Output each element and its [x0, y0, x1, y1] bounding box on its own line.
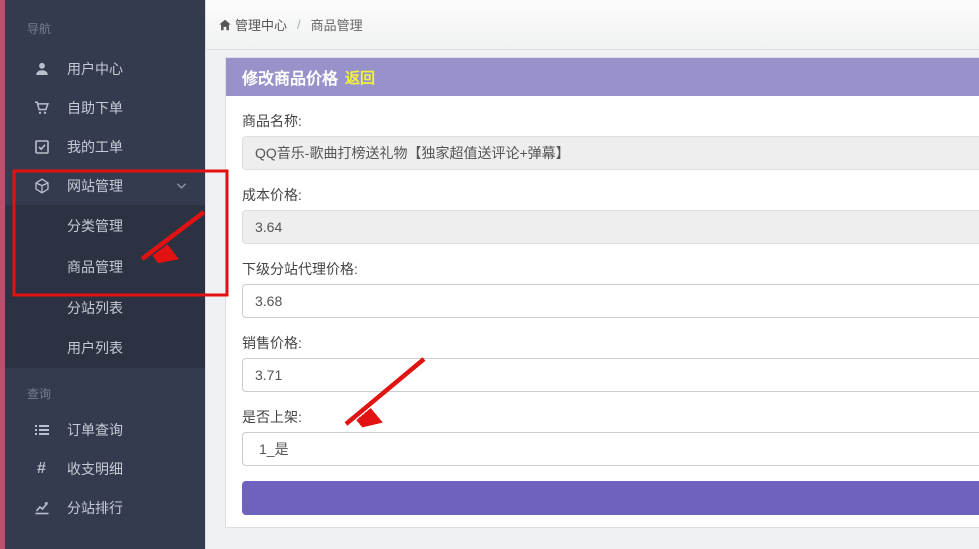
sidebar-item-substation-list[interactable]: 分站列表: [5, 287, 205, 328]
sidebar-item-income-details[interactable]: # 收支明细: [5, 449, 205, 488]
breadcrumb-separator: /: [297, 17, 301, 32]
check-square-icon: [33, 138, 50, 155]
site-management-submenu: 分类管理 商品管理 分站列表 用户列表: [5, 205, 205, 368]
cube-icon: [33, 177, 50, 194]
submit-button[interactable]: [242, 481, 979, 515]
panel-header: 修改商品价格 返回: [226, 58, 979, 96]
panel-title: 修改商品价格: [242, 65, 338, 89]
form-group-cost-price: 成本价格:: [242, 185, 979, 244]
sidebar: 导航 用户中心 自助下单 我的工单 网站管理: [5, 0, 205, 549]
chart-line-icon: [33, 499, 50, 516]
sidebar-item-label: 商品管理: [67, 257, 123, 277]
sidebar-item-label: 用户列表: [67, 338, 123, 358]
app-window: 导航 用户中心 自助下单 我的工单 网站管理: [0, 0, 979, 549]
sidebar-item-site-management[interactable]: 网站管理: [5, 166, 205, 205]
sidebar-item-category-management[interactable]: 分类管理: [5, 205, 205, 246]
agent-price-label: 下级分站代理价格:: [242, 259, 979, 279]
sidebar-item-label: 我的工单: [67, 137, 123, 157]
sidebar-item-substation-ranking[interactable]: 分站排行: [5, 488, 205, 527]
cart-icon: [33, 99, 50, 116]
content-area: 修改商品价格 返回 商品名称: 成本价格: 下级分站代理价格:: [206, 50, 979, 549]
sidebar-item-label: 自助下单: [67, 98, 123, 118]
sidebar-item-my-tickets[interactable]: 我的工单: [5, 127, 205, 166]
sale-price-label: 销售价格:: [242, 333, 979, 353]
sidebar-item-user-center[interactable]: 用户中心: [5, 49, 205, 88]
chevron-down-icon: [176, 182, 187, 190]
back-link[interactable]: 返回: [345, 67, 375, 88]
sidebar-item-label: 分站排行: [67, 498, 123, 518]
sidebar-section-nav: 导航: [5, 0, 205, 49]
listing-status-label: 是否上架:: [242, 407, 979, 427]
listing-status-select[interactable]: 1_是: [242, 432, 979, 466]
sidebar-item-user-list[interactable]: 用户列表: [5, 328, 205, 368]
edit-price-panel: 修改商品价格 返回 商品名称: 成本价格: 下级分站代理价格:: [225, 57, 979, 528]
product-name-field: [242, 136, 979, 170]
form-group-product-name: 商品名称:: [242, 111, 979, 170]
sidebar-item-label: 用户中心: [67, 59, 123, 79]
sidebar-item-order-query[interactable]: 订单查询: [5, 410, 205, 449]
form-group-listing-status: 是否上架: 1_是: [242, 407, 979, 466]
cost-price-field: [242, 210, 979, 244]
sidebar-item-label: 收支明细: [67, 459, 123, 479]
sidebar-item-label: 分站列表: [67, 298, 123, 318]
sidebar-item-product-management[interactable]: 商品管理: [5, 246, 205, 287]
breadcrumb-home-link[interactable]: 管理中心: [218, 15, 287, 34]
sidebar-item-label: 分类管理: [67, 216, 123, 236]
breadcrumb-home-label: 管理中心: [235, 15, 287, 34]
sale-price-input[interactable]: [242, 358, 979, 392]
hash-icon: #: [33, 460, 50, 477]
cost-price-label: 成本价格:: [242, 185, 979, 205]
sidebar-item-label: 订单查询: [67, 420, 123, 440]
breadcrumb-current: 商品管理: [311, 15, 363, 34]
user-icon: [33, 60, 50, 77]
breadcrumb: 管理中心 / 商品管理: [206, 0, 979, 50]
product-name-label: 商品名称:: [242, 111, 979, 131]
home-icon: [218, 18, 232, 32]
form-group-agent-price: 下级分站代理价格:: [242, 259, 979, 318]
sidebar-item-label: 网站管理: [67, 176, 123, 196]
list-icon: [33, 421, 50, 438]
sidebar-item-self-order[interactable]: 自助下单: [5, 88, 205, 127]
panel-body: 商品名称: 成本价格: 下级分站代理价格: 销售价格:: [226, 96, 979, 527]
sidebar-section-query: 查询: [5, 368, 205, 410]
main-area: 管理中心 / 商品管理 修改商品价格 返回 商品名称: 成本价格:: [205, 0, 979, 549]
agent-price-input[interactable]: [242, 284, 979, 318]
form-group-sale-price: 销售价格:: [242, 333, 979, 392]
